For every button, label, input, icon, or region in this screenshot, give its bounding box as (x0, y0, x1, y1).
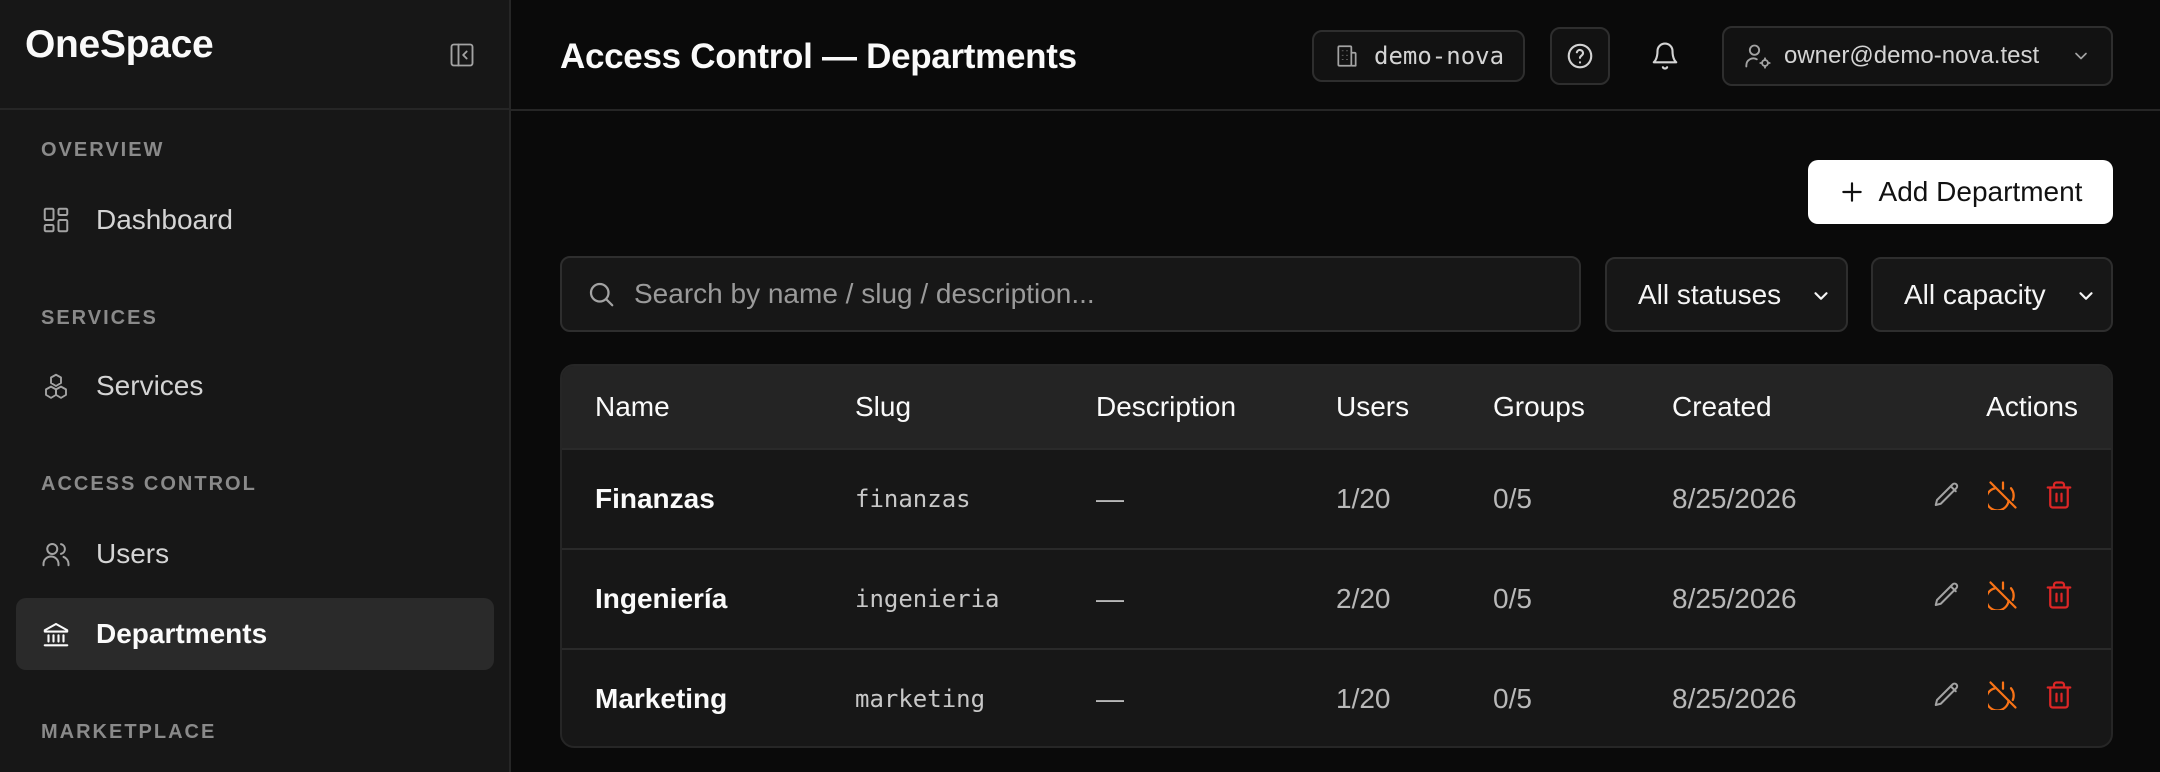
page-title: Access Control — Departments (560, 37, 1077, 76)
department-slug: marketing (855, 685, 986, 713)
department-description: — (1096, 583, 1124, 614)
brand-row: OneSpace (0, 0, 509, 110)
search-icon (589, 282, 614, 307)
plus-icon (1841, 182, 1862, 202)
user-cog-icon (1745, 44, 1771, 69)
building-columns-icon (40, 618, 72, 650)
nav-section-access-control: ACCESS CONTROL (41, 473, 257, 495)
department-name: Finanzas (595, 483, 715, 514)
sidebar-item-label: Dashboard (96, 204, 233, 235)
add-department-button[interactable]: Add Department (1808, 160, 2113, 224)
users-icon (40, 538, 72, 570)
chevron-down-icon (2071, 46, 2091, 66)
tenant-switcher[interactable]: demo-nova (1312, 30, 1525, 82)
column-header-actions: Actions (1986, 391, 2078, 422)
row-actions (1931, 481, 2075, 511)
delete-trash-icon[interactable] (2043, 679, 2075, 711)
department-created: 8/25/2026 (1672, 583, 1797, 614)
department-users: 1/20 (1336, 483, 1391, 514)
user-email: owner@demo-nova.test (1784, 42, 2040, 69)
delete-trash-icon[interactable] (2043, 479, 2075, 511)
nav-section-services: SERVICES (41, 307, 158, 329)
capacity-filter-select[interactable]: All capacity (1871, 257, 2113, 332)
capacity-filter-value: All capacity (1904, 278, 2046, 310)
tenant-name: demo-nova (1374, 42, 1505, 70)
main-content: Access Control — Departments demo-nova o… (511, 0, 2160, 772)
chevron-down-icon (2075, 285, 2097, 307)
department-created: 8/25/2026 (1672, 483, 1797, 514)
column-header-name[interactable]: Name (595, 391, 670, 423)
department-created: 8/25/2026 (1672, 683, 1797, 714)
sidebar-item-dashboard[interactable]: Dashboard (16, 184, 494, 256)
column-header-users[interactable]: Users (1336, 391, 1409, 423)
nav-section-overview: OVERVIEW (41, 139, 165, 161)
brand-logo[interactable]: OneSpace (25, 23, 214, 67)
nav-section-marketplace: MARKETPLACE (41, 721, 217, 743)
deactivate-power-off-icon[interactable] (1987, 479, 2019, 511)
sidebar-collapse-icon[interactable] (445, 38, 479, 72)
sidebar: OneSpace OVERVIEW Dashboard SERVICES Ser… (0, 0, 511, 772)
department-name: Ingeniería (595, 583, 728, 614)
sidebar-item-services[interactable]: Services (16, 350, 494, 422)
edit-pencil-icon[interactable] (1931, 679, 1963, 711)
help-circle-icon (1567, 43, 1593, 69)
sidebar-item-label: Services (96, 370, 204, 401)
table-row[interactable]: Marketing marketing — 1/20 0/5 8/25/2026 (562, 648, 2111, 746)
dashboard-icon (40, 204, 72, 236)
chevron-down-icon (1810, 285, 1832, 307)
departments-table: Name Slug Description Users Groups Creat… (560, 364, 2113, 748)
user-menu[interactable]: owner@demo-nova.test (1722, 26, 2113, 86)
department-description: — (1096, 683, 1124, 714)
department-slug: finanzas (855, 485, 971, 513)
delete-trash-icon[interactable] (2043, 579, 2075, 611)
table-header: Name Slug Description Users Groups Creat… (562, 366, 2111, 448)
search-field[interactable] (560, 256, 1581, 332)
row-actions (1931, 581, 2075, 611)
sidebar-item-label: Departments (96, 618, 268, 649)
row-actions (1931, 681, 2075, 711)
table-row[interactable]: Ingeniería ingenieria — 2/20 0/5 8/25/20… (562, 548, 2111, 648)
column-header-created[interactable]: Created (1672, 391, 1772, 423)
column-header-groups[interactable]: Groups (1493, 391, 1585, 423)
boxes-icon (40, 370, 72, 402)
building-icon (1337, 45, 1357, 67)
deactivate-power-off-icon[interactable] (1987, 679, 2019, 711)
department-groups: 0/5 (1493, 583, 1532, 614)
status-filter-value: All statuses (1638, 278, 1782, 310)
department-description: — (1096, 483, 1124, 514)
department-groups: 0/5 (1493, 483, 1532, 514)
add-department-label: Add Department (1878, 176, 2083, 207)
search-input[interactable] (634, 278, 1534, 310)
column-header-description[interactable]: Description (1096, 391, 1236, 423)
topbar: Access Control — Departments demo-nova o… (511, 0, 2160, 111)
department-users: 2/20 (1336, 583, 1391, 614)
edit-pencil-icon[interactable] (1931, 579, 1963, 611)
sidebar-item-label: Users (96, 538, 170, 569)
edit-pencil-icon[interactable] (1931, 479, 1963, 511)
column-header-slug[interactable]: Slug (855, 391, 911, 423)
deactivate-power-off-icon[interactable] (1987, 579, 2019, 611)
department-slug: ingenieria (855, 585, 1000, 613)
bell-icon (1652, 42, 1678, 70)
sidebar-item-users[interactable]: Users (16, 518, 494, 590)
table-row[interactable]: Finanzas finanzas — 1/20 0/5 8/25/2026 (562, 448, 2111, 548)
help-button[interactable] (1550, 27, 1610, 85)
department-name: Marketing (595, 683, 728, 714)
department-users: 1/20 (1336, 683, 1391, 714)
sidebar-item-departments[interactable]: Departments (16, 598, 494, 670)
status-filter-select[interactable]: All statuses (1605, 257, 1848, 332)
notifications-button[interactable] (1635, 27, 1695, 85)
department-groups: 0/5 (1493, 683, 1532, 714)
